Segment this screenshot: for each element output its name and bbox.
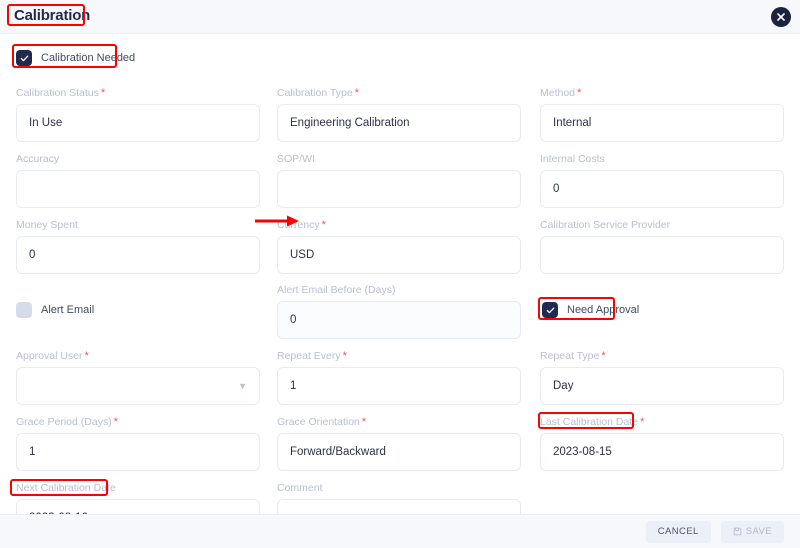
input-accuracy[interactable] [16, 170, 260, 208]
save-button-label: SAVE [745, 526, 772, 537]
label-grace-orientation: Grace Orientation * [277, 416, 367, 428]
checkbox-alert-email[interactable]: Alert Email [16, 302, 94, 318]
label-calibration-service-provider: Calibration Service Provider [540, 219, 671, 231]
label-internal-costs: Internal Costs [540, 153, 605, 165]
modal-body: Calibration Needed Calibration Status * I… [0, 34, 800, 514]
required-marker: * [354, 87, 359, 99]
field-calibration-type: Calibration Type * Engineering Calibratio… [277, 87, 521, 142]
required-marker: * [640, 416, 645, 428]
input-grace-orientation[interactable]: Forward/Backward [277, 433, 521, 471]
checkbox-checked-icon [16, 50, 32, 66]
field-method: Method * Internal [540, 87, 784, 142]
label-accuracy: Accuracy [16, 153, 60, 165]
input-last-calibration-date[interactable]: 2023-08-15 [540, 433, 784, 471]
checkbox-need-approval[interactable]: Need Approval [542, 302, 639, 318]
select-approval-user[interactable]: ▼ [16, 367, 260, 405]
field-internal-costs: Internal Costs 0 [540, 153, 784, 208]
label-currency: Currency * [277, 219, 326, 231]
input-alert-email-before-days[interactable]: 0 [277, 301, 521, 339]
required-marker: * [601, 350, 606, 362]
input-repeat-every[interactable]: 1 [277, 367, 521, 405]
field-accuracy: Accuracy [16, 153, 260, 208]
input-internal-costs[interactable]: 0 [540, 170, 784, 208]
input-calibration-service-provider[interactable] [540, 236, 784, 274]
field-currency: Currency * USD [277, 219, 521, 274]
input-method[interactable]: Internal [540, 104, 784, 142]
label-sop-wi: SOP/WI [277, 153, 315, 165]
calibration-modal: Calibration Calibration Needed Calibrati… [0, 0, 800, 548]
input-money-spent[interactable]: 0 [16, 236, 260, 274]
modal-footer: CANCEL SAVE [0, 514, 800, 548]
required-marker: * [342, 350, 347, 362]
checkbox-label-calibration-needed: Calibration Needed [41, 52, 136, 64]
field-grace-period-days: Grace Period (Days) * 1 [16, 416, 260, 471]
required-marker: * [84, 350, 89, 362]
label-grace-period-days: Grace Period (Days) * [16, 416, 118, 428]
required-marker: * [321, 219, 326, 231]
close-button[interactable] [771, 7, 791, 27]
checkbox-calibration-needed[interactable]: Calibration Needed [16, 50, 135, 66]
field-sop-wi: SOP/WI [277, 153, 521, 208]
label-repeat-type: Repeat Type * [540, 350, 606, 362]
field-repeat-type: Repeat Type * Day [540, 350, 784, 405]
label-approval-user: Approval User * [16, 350, 89, 362]
field-repeat-every: Repeat Every * 1 [277, 350, 521, 405]
modal-header: Calibration [0, 0, 800, 34]
label-next-calibration-date: Next Calibration Date [16, 482, 116, 494]
page-title: Calibration [14, 7, 91, 24]
save-disk-icon [733, 527, 741, 536]
close-icon [777, 13, 785, 21]
input-sop-wi[interactable] [277, 170, 521, 208]
checkbox-label-need-approval: Need Approval [567, 304, 640, 316]
field-next-calibration-date: Next Calibration Date 2023-08-16 [16, 482, 260, 514]
input-calibration-type[interactable]: Engineering Calibration [277, 104, 521, 142]
label-calibration-status: Calibration Status * [16, 87, 106, 99]
required-marker: * [113, 416, 118, 428]
required-marker: * [577, 87, 582, 99]
input-currency[interactable]: USD [277, 236, 521, 274]
input-comment[interactable] [277, 499, 521, 514]
field-last-calibration-date: Last Calibration Date * 2023-08-15 [540, 416, 784, 471]
label-calibration-type: Calibration Type * [277, 87, 359, 99]
save-button[interactable]: SAVE [720, 520, 784, 543]
checkbox-unchecked-icon [16, 302, 32, 318]
label-comment: Comment [277, 482, 323, 494]
checkbox-checked-icon [542, 302, 558, 318]
input-next-calibration-date[interactable]: 2023-08-16 [16, 499, 260, 514]
label-alert-email-before-days: Alert Email Before (Days) [277, 284, 396, 296]
field-alert-email-before-days: Alert Email Before (Days) 0 [277, 284, 521, 339]
input-grace-period-days[interactable]: 1 [16, 433, 260, 471]
field-calibration-status: Calibration Status * In Use [16, 87, 260, 142]
field-money-spent: Money Spent 0 [16, 219, 260, 274]
label-last-calibration-date: Last Calibration Date * [540, 416, 645, 428]
field-comment: Comment [277, 482, 521, 514]
field-approval-user: Approval User * ▼ [16, 350, 260, 405]
required-marker: * [100, 87, 106, 99]
label-money-spent: Money Spent [16, 219, 78, 231]
field-calibration-service-provider: Calibration Service Provider [540, 219, 784, 274]
required-marker: * [361, 416, 367, 428]
cancel-button[interactable]: CANCEL [645, 520, 711, 543]
chevron-down-icon: ▼ [238, 380, 247, 391]
checkbox-label-alert-email: Alert Email [41, 304, 95, 316]
input-calibration-status[interactable]: In Use [16, 104, 260, 142]
label-method: Method * [540, 87, 582, 99]
input-repeat-type[interactable]: Day [540, 367, 784, 405]
label-repeat-every: Repeat Every * [277, 350, 347, 362]
field-grace-orientation: Grace Orientation * Forward/Backward [277, 416, 521, 471]
